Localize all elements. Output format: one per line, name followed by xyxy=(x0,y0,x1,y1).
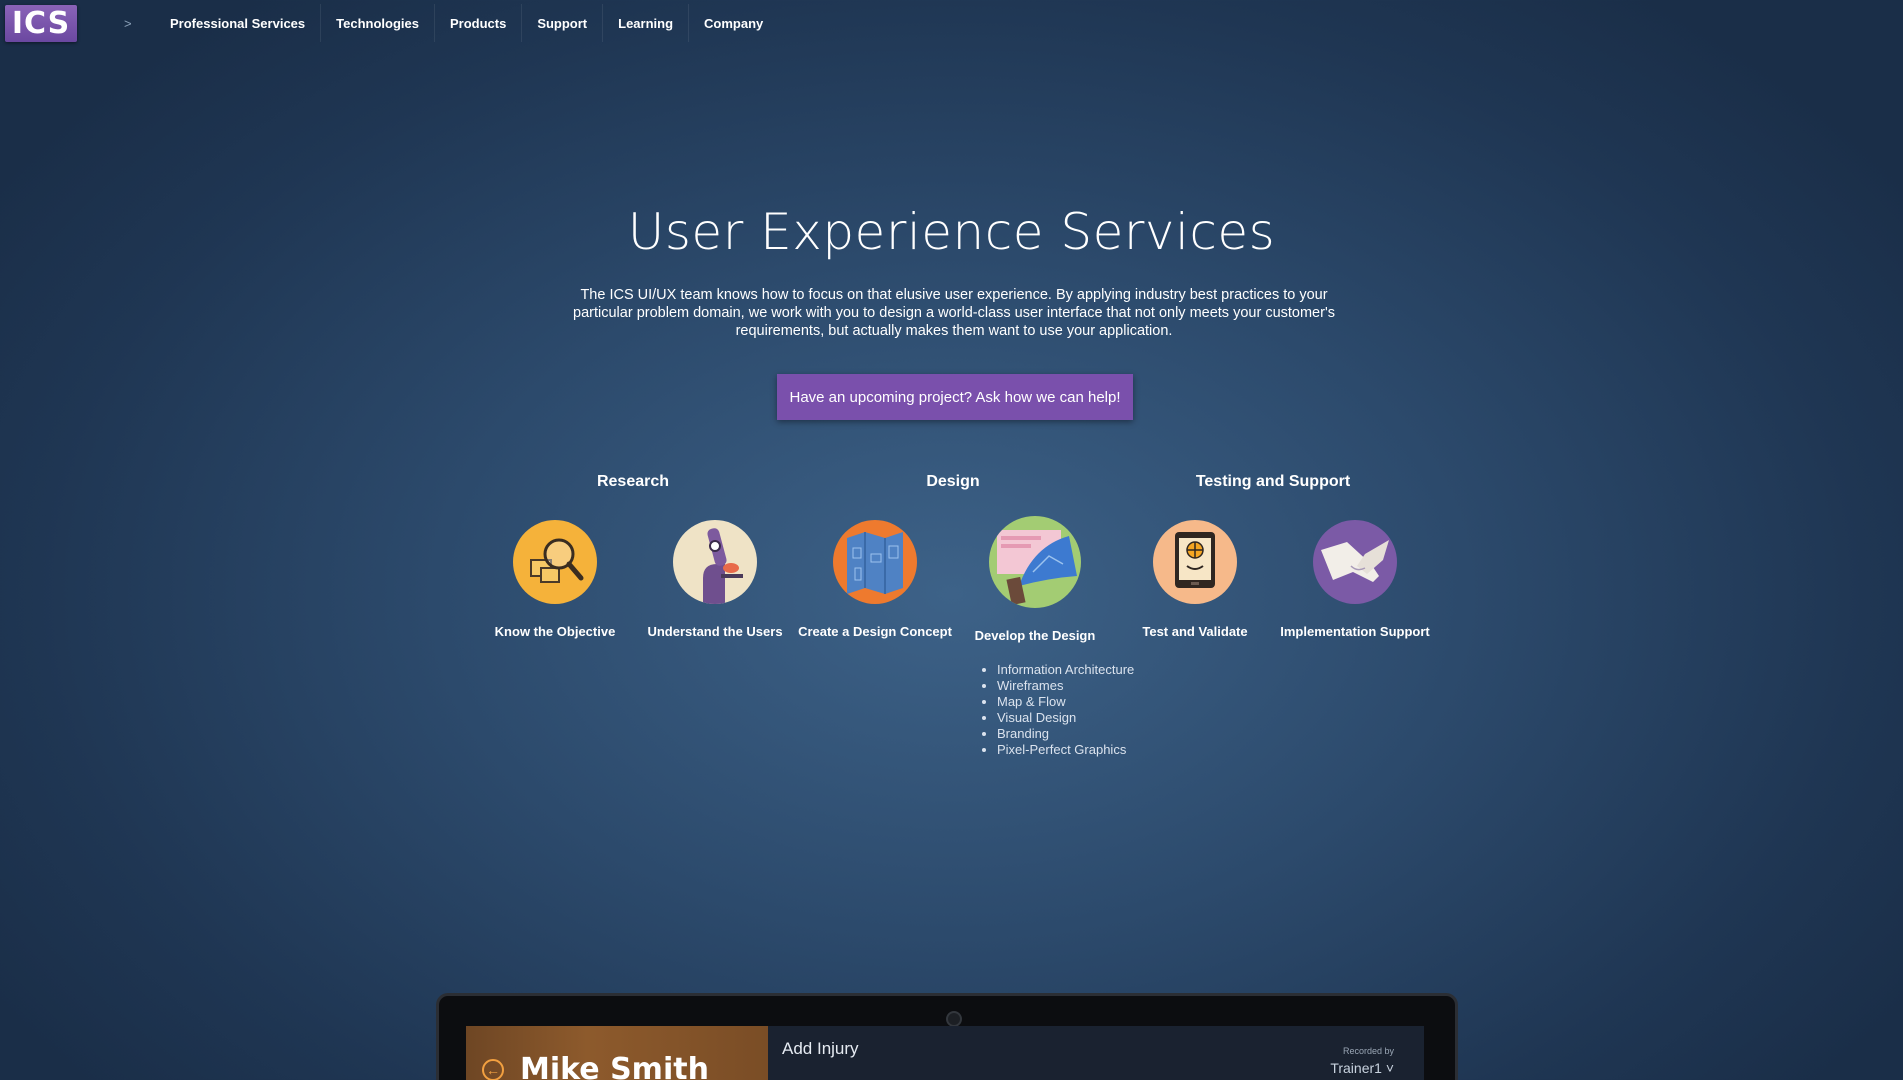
recorded-by-dropdown[interactable]: Trainer1 ˅ xyxy=(1330,1060,1394,1076)
ask-how-we-can-help-button[interactable]: Have an upcoming project? Ask how we can… xyxy=(777,374,1133,420)
nav-item-learning[interactable]: Learning xyxy=(603,4,690,42)
screen-title: Add Injury xyxy=(782,1039,859,1058)
step-label: Develop the Design xyxy=(974,628,1096,643)
list-item: Wireframes xyxy=(997,678,1134,694)
main-nav: Professional Services Technologies Produ… xyxy=(155,4,778,42)
step-label: Know the Objective xyxy=(494,624,616,639)
list-item: Pixel-Perfect Graphics xyxy=(997,742,1134,758)
step-test-and-validate[interactable]: Test and Validate xyxy=(1115,520,1275,639)
nav-item-professional-services[interactable]: Professional Services xyxy=(155,4,322,42)
step-understand-the-users[interactable]: Understand the Users xyxy=(635,520,795,639)
list-item: Branding xyxy=(997,726,1134,742)
step-label: Understand the Users xyxy=(647,624,783,639)
step-develop-the-design[interactable]: Develop the Design xyxy=(955,516,1115,643)
step-know-the-objective[interactable]: Know the Objective xyxy=(475,520,635,639)
nav-item-support[interactable]: Support xyxy=(522,4,604,42)
patient-name: Mike Smith xyxy=(520,1052,709,1080)
magnifier-icon xyxy=(513,520,597,604)
step-label: Test and Validate xyxy=(1142,624,1248,639)
list-item: Information Architecture xyxy=(997,662,1134,678)
nav-item-company[interactable]: Company xyxy=(689,4,778,42)
device-screen: ← Mike Smith Add Injury Recorded by Trai… xyxy=(466,1026,1424,1080)
wireframe-icon xyxy=(989,516,1081,608)
recorded-by-label: Recorded by xyxy=(1342,1046,1394,1056)
microscope-icon xyxy=(673,520,757,604)
handshake-icon xyxy=(1313,520,1397,604)
camera-icon xyxy=(946,1011,962,1027)
nav-item-technologies[interactable]: Technologies xyxy=(321,4,435,42)
step-label: Implementation Support xyxy=(1280,624,1430,639)
phase-research-heading: Research xyxy=(596,473,670,490)
top-navigation-bar: ICS > Professional Services Technologies… xyxy=(0,0,1903,47)
back-arrow-icon[interactable]: ← xyxy=(482,1059,504,1080)
develop-design-deliverables-list: Information Architecture Wireframes Map … xyxy=(985,662,1134,758)
breadcrumb-caret: > xyxy=(124,16,132,31)
step-label: Create a Design Concept xyxy=(798,624,952,639)
blueprint-map-icon xyxy=(833,520,917,604)
page-title: User Experience Services xyxy=(627,203,1276,261)
list-item: Map & Flow xyxy=(997,694,1134,710)
tablet-device-mockup: ← Mike Smith Add Injury Recorded by Trai… xyxy=(436,993,1458,1080)
patient-header-panel: ← Mike Smith xyxy=(466,1026,768,1080)
phase-design-heading: Design xyxy=(926,473,980,490)
hero-description: The ICS UI/UX team knows how to focus on… xyxy=(573,287,1335,339)
list-item: Visual Design xyxy=(997,710,1134,726)
step-implementation-support[interactable]: Implementation Support xyxy=(1275,520,1435,639)
step-create-a-design-concept[interactable]: Create a Design Concept xyxy=(795,520,955,639)
nav-item-products[interactable]: Products xyxy=(435,4,523,42)
ics-logo[interactable]: ICS xyxy=(5,5,77,42)
tablet-test-icon xyxy=(1153,520,1237,604)
phase-testing-support-heading: Testing and Support xyxy=(1195,473,1351,490)
